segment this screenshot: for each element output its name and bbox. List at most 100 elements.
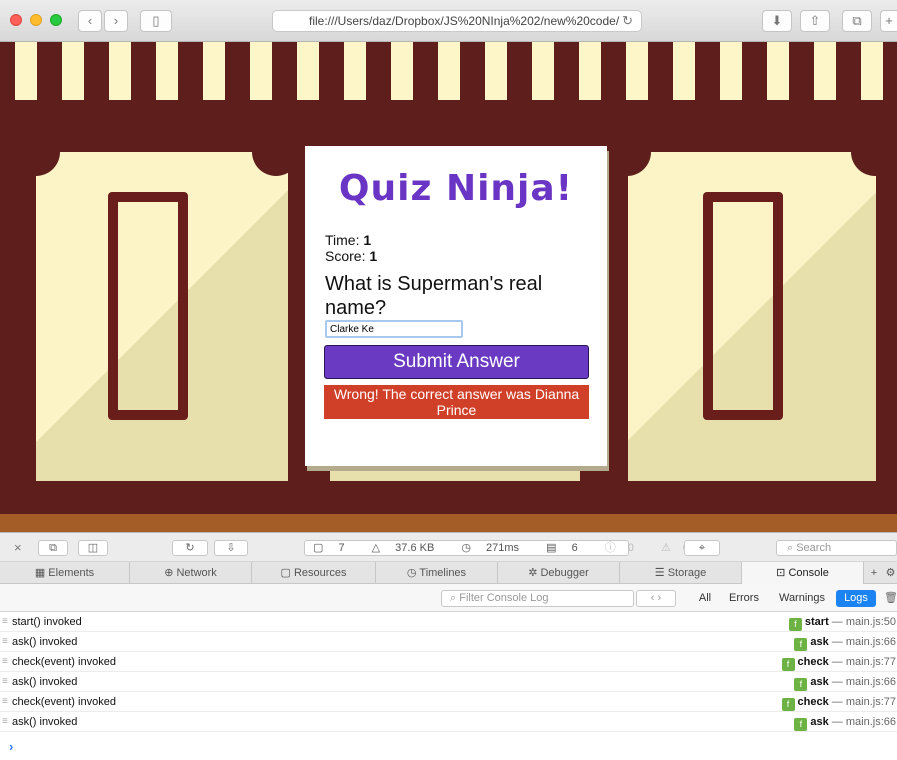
filter-all[interactable]: All (692, 590, 718, 607)
tab-timelines[interactable]: ◷ Timelines (376, 562, 498, 584)
tab-storage[interactable]: ☰ Storage (620, 562, 742, 584)
console-location[interactable]: f ask — main.js:66 (794, 712, 896, 732)
console-row[interactable]: ≡ start() invoked f start — main.js:50 (0, 612, 897, 632)
chevron-left-icon: ‹ (87, 13, 93, 28)
tabs-icon: ⧉ (852, 13, 862, 28)
log-icon: ≡ (2, 676, 8, 687)
console-filter-bar: ⌕ Filter Console Log ‹ › All Errors Warn… (0, 584, 897, 612)
filter-logs[interactable]: Logs (836, 590, 876, 607)
window-corner (603, 128, 651, 176)
settings-button[interactable]: ⚙ (884, 562, 897, 584)
zoom-window-button[interactable] (50, 14, 62, 26)
console-row[interactable]: ≡ ask() invoked f ask — main.js:66 (0, 672, 897, 692)
add-tab-button[interactable]: + (864, 562, 884, 584)
filter-errors[interactable]: Errors (724, 590, 764, 607)
error-icon: ⓘ (604, 542, 616, 554)
tabs-button[interactable]: ⧉ (842, 10, 872, 32)
function-icon: f (781, 698, 795, 711)
reload-icon: ↻ (185, 542, 195, 554)
weight-icon: △ (371, 542, 384, 554)
submit-answer-button[interactable]: Submit Answer (324, 345, 589, 379)
network-icon: ⊕ (164, 567, 177, 579)
chevron-left-icon[interactable]: ‹ (651, 592, 655, 604)
log-icon: ▤ (546, 542, 560, 554)
window-corner (851, 128, 897, 176)
download-archive-button[interactable]: ⇩ (214, 540, 248, 556)
dock-side-button[interactable]: ◫ (78, 540, 108, 556)
address-bar[interactable]: file:///Users/daz/Dropbox/JS%20NInja%202… (272, 10, 642, 32)
tab-elements[interactable]: ▦ Elements (0, 562, 130, 584)
load-time[interactable]: ◷ 271ms (461, 542, 531, 554)
tab-debugger[interactable]: ✲ Debugger (498, 562, 620, 584)
answer-input[interactable] (325, 320, 463, 338)
console-location[interactable]: f check — main.js:77 (781, 692, 896, 712)
errors-count[interactable]: ⓘ 0 (605, 542, 646, 554)
minimize-window-button[interactable] (30, 14, 42, 26)
page-stats: ▢ 7 △ 37.6 KB ◷ 271ms ▤ 6 ⓘ0 ⚠0 (304, 540, 689, 556)
reload-icon[interactable]: ↻ (622, 11, 633, 31)
timer-value: 1 (363, 232, 372, 248)
clock-icon: ◷ (406, 567, 420, 579)
tab-resources[interactable]: ▢ Resources (252, 562, 376, 584)
console-location[interactable]: f start — main.js:50 (788, 612, 896, 632)
console-prompt[interactable]: › (9, 739, 13, 754)
forward-button[interactable]: › (104, 10, 128, 32)
sidebar-button[interactable]: ▯ (140, 10, 172, 32)
function-icon: f (788, 618, 802, 631)
log-icon: ≡ (2, 616, 8, 627)
downloads-button[interactable]: ⬇ (762, 10, 792, 32)
chevron-right-icon[interactable]: › (658, 592, 662, 604)
url-text: file:///Users/daz/Dropbox/JS%20NInja%202… (309, 14, 620, 28)
quiz-title: Quiz Ninja! (338, 168, 574, 209)
new-tab-button[interactable]: + (880, 10, 897, 32)
search-icon: ⌕ (450, 592, 460, 604)
close-devtools-icon[interactable]: × (14, 540, 22, 555)
console-row[interactable]: ≡ ask() invoked f ask — main.js:66 (0, 712, 897, 732)
console-row[interactable]: ≡ ask() invoked f ask — main.js:66 (0, 632, 897, 652)
console-row[interactable]: ≡ check(event) invoked f check — main.js:… (0, 652, 897, 672)
resources-size[interactable]: △ 37.6 KB (372, 542, 447, 554)
console-nav-buttons[interactable]: ‹ › (636, 590, 676, 607)
right-window-frame (703, 192, 783, 420)
console-filter-input[interactable]: ⌕ Filter Console Log (441, 590, 634, 607)
function-icon: f (794, 638, 808, 651)
database-icon: ☰ (654, 567, 668, 579)
console-message: start() invoked (12, 616, 82, 628)
log-icon: ≡ (2, 656, 8, 667)
resources-count[interactable]: ▢ 7 (313, 542, 357, 554)
logs-count[interactable]: ▤ 6 (546, 542, 590, 554)
download-icon: ⬇ (771, 13, 783, 28)
window-corner (252, 128, 300, 176)
search-placeholder: Search (796, 542, 832, 554)
bug-icon: ✲ (528, 567, 541, 579)
back-button[interactable]: ‹ (78, 10, 102, 32)
console-row[interactable]: ≡ check(event) invoked f check — main.js:… (0, 692, 897, 712)
search-icon: ⌕ (787, 542, 797, 554)
feedback-message: Wrong! The correct answer was Dianna Pri… (324, 385, 589, 419)
resources-icon: ▢ (280, 567, 294, 579)
devtools-toolbar: × ⧉ ◫ ↻ ⇩ ▢ 7 △ 37.6 KB ◷ 271ms ▤ 6 ⓘ 0 ⚠… (0, 532, 897, 562)
crosshair-icon: ⌖ (698, 542, 706, 554)
devtools-search[interactable]: ⌕ Search (776, 540, 897, 556)
tab-network[interactable]: ⊕ Network (130, 562, 252, 584)
score-value: 1 (369, 248, 378, 264)
inspect-element-button[interactable]: ⌖ (684, 540, 720, 556)
log-icon: ≡ (2, 696, 8, 707)
console-location[interactable]: f check — main.js:77 (781, 652, 896, 672)
score: Score: 1 (325, 248, 377, 264)
console-message: ask() invoked (12, 636, 78, 648)
console-location[interactable]: f ask — main.js:66 (794, 632, 896, 652)
shop-floor (0, 514, 897, 532)
share-button[interactable]: ⇧ (800, 10, 830, 32)
tab-console[interactable]: ⊡ Console (742, 562, 864, 584)
reload-page-button[interactable]: ↻ (172, 540, 208, 556)
function-icon: f (794, 718, 808, 731)
console-message: check(event) invoked (12, 696, 116, 708)
filter-warnings[interactable]: Warnings (774, 590, 830, 607)
console-location[interactable]: f ask — main.js:66 (794, 672, 896, 692)
close-window-button[interactable] (10, 14, 22, 26)
console-message: check(event) invoked (12, 656, 116, 668)
timer: Time: 1 (325, 232, 371, 248)
dock-undock-button[interactable]: ⧉ (38, 540, 68, 556)
clear-console-button[interactable]: 🗑 (884, 590, 897, 607)
